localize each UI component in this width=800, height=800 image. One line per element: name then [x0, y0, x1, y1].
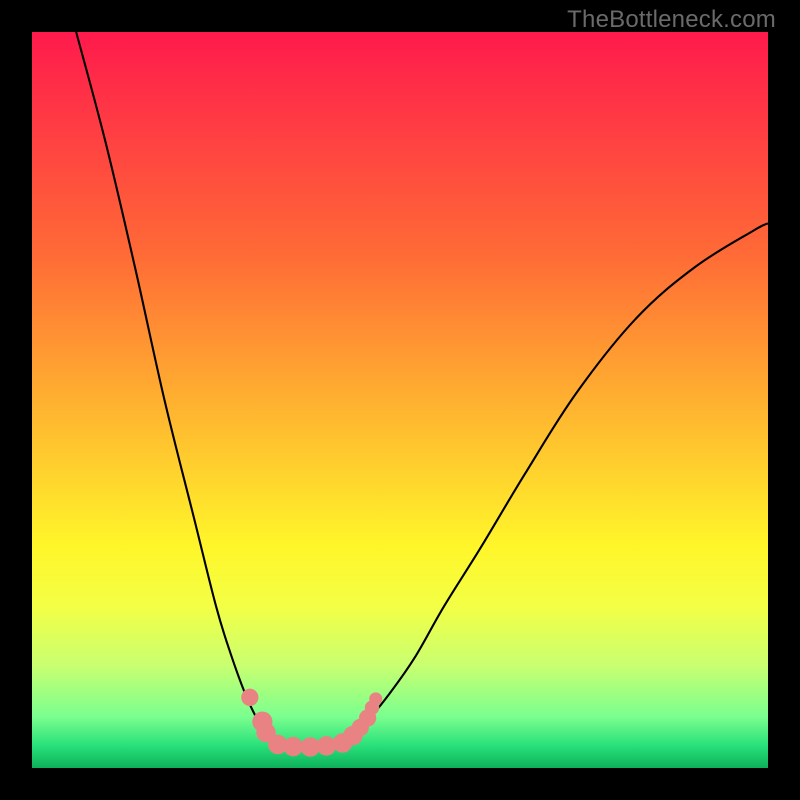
- data-marker: [241, 689, 258, 706]
- gradient-background: [32, 32, 768, 768]
- data-marker: [369, 692, 382, 705]
- watermark-text: TheBottleneck.com: [567, 6, 776, 34]
- data-marker: [284, 737, 303, 756]
- plot-svg: [32, 32, 768, 768]
- plot-area: [32, 32, 768, 768]
- chart-frame: TheBottleneck.com: [0, 0, 800, 800]
- data-marker: [317, 736, 336, 755]
